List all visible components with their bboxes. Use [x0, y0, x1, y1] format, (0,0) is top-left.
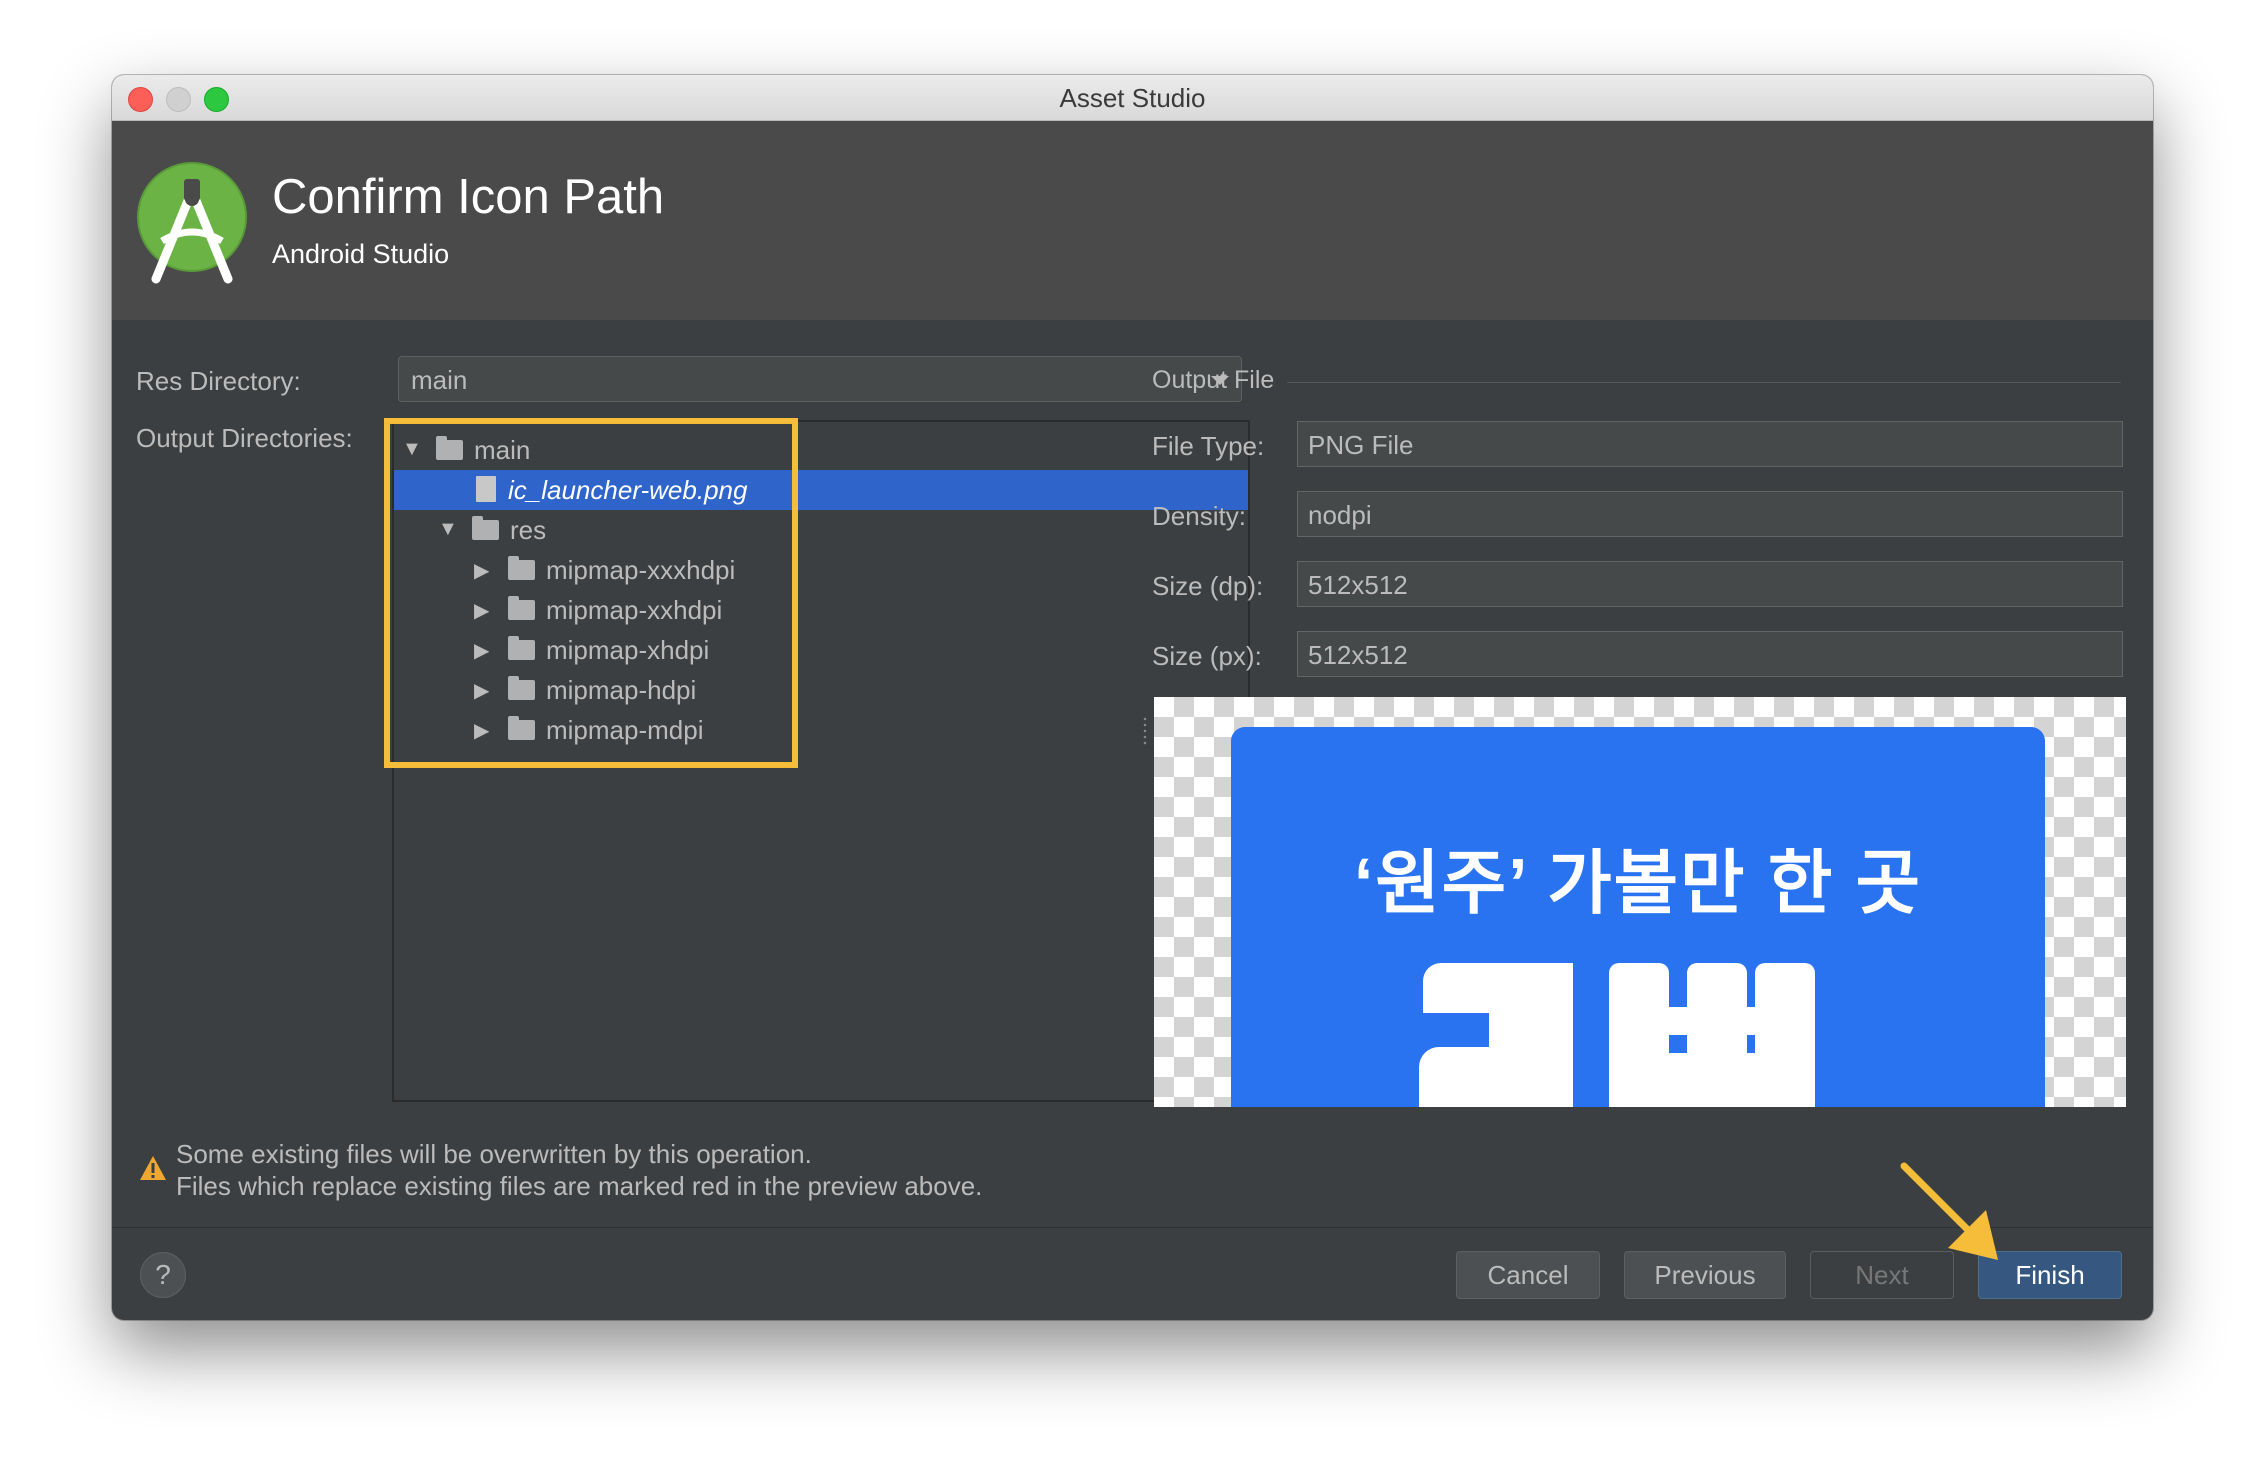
preview-icon-image: ‘원주’ 가볼만 한 곳: [1231, 727, 2045, 1107]
folder-icon: [508, 596, 535, 620]
previous-button[interactable]: Previous: [1624, 1251, 1786, 1299]
preview-glyph-part: [1755, 963, 1815, 1107]
android-studio-logo-icon: [137, 162, 247, 284]
size-px-field: 512x512: [1297, 631, 2123, 677]
output-directories-label: Output Directories:: [136, 423, 353, 453]
tree-item-res[interactable]: ▼ res: [394, 510, 1248, 550]
tree-item-label: mipmap-mdpi: [546, 715, 704, 745]
preview-icon-text: ‘원주’ 가볼만 한 곳: [1353, 844, 1923, 922]
footer-divider: [112, 1227, 2153, 1228]
collapsed-triangle-icon[interactable]: ▶: [474, 558, 489, 583]
file-icon: [476, 476, 496, 502]
tree-item-label: mipmap-xhdpi: [546, 635, 710, 665]
warning-icon: [140, 1156, 166, 1180]
tree-item-mipmap-xxhdpi[interactable]: ▶ mipmap-xxhdpi: [394, 590, 1248, 630]
annotation-arrow-icon: [1900, 1162, 1998, 1260]
size-px-value: 512x512: [1308, 640, 1408, 670]
size-px-label: Size (px):: [1152, 641, 1262, 671]
file-type-value: PNG File: [1308, 430, 1414, 460]
output-directories-tree[interactable]: ▼ main ic_launcher-web.png ▼ res ▶ mipma…: [392, 420, 1250, 1102]
wizard-header: Confirm Icon Path Android Studio: [112, 121, 2153, 320]
folder-icon: [472, 516, 499, 540]
density-value: nodpi: [1308, 500, 1372, 530]
folder-icon: [508, 556, 535, 580]
tree-item-label: mipmap-hdpi: [546, 675, 697, 705]
expanded-triangle-icon[interactable]: ▼: [402, 438, 422, 461]
tree-item-label: main: [474, 435, 531, 465]
title-bar: Asset Studio: [112, 75, 2153, 121]
splitter-handle[interactable]: [1142, 716, 1148, 746]
tree-item-main[interactable]: ▼ main: [394, 430, 1248, 470]
res-directory-value: main: [411, 365, 468, 395]
tree-item-ic-launcher-web[interactable]: ic_launcher-web.png: [394, 470, 1248, 510]
section-divider: [1287, 382, 2121, 383]
size-dp-label: Size (dp):: [1152, 571, 1264, 601]
wizard-subtitle: Android Studio: [272, 239, 450, 269]
wizard-title: Confirm Icon Path: [272, 170, 665, 224]
collapsed-triangle-icon[interactable]: ▶: [474, 678, 489, 703]
size-dp-value: 512x512: [1308, 570, 1408, 600]
density-field: nodpi: [1297, 491, 2123, 537]
tree-item-label: mipmap-xxxhdpi: [546, 555, 736, 585]
tree-item-label: res: [510, 515, 547, 545]
tree-item-label: ic_launcher-web.png: [508, 475, 748, 505]
folder-icon: [508, 716, 535, 740]
file-type-label: File Type:: [1152, 431, 1265, 461]
warning-line-1: Some existing files will be overwritten …: [176, 1139, 812, 1169]
tree-item-mipmap-mdpi[interactable]: ▶ mipmap-mdpi: [394, 710, 1248, 750]
preview-glyph-part: [1609, 1007, 1815, 1035]
expanded-triangle-icon[interactable]: ▼: [438, 518, 458, 541]
tree-item-mipmap-xhdpi[interactable]: ▶ mipmap-xhdpi: [394, 630, 1248, 670]
collapsed-triangle-icon[interactable]: ▶: [474, 718, 489, 743]
output-file-section-label: Output File: [1152, 366, 1275, 394]
res-directory-select[interactable]: main: [398, 356, 1242, 402]
folder-icon: [508, 676, 535, 700]
file-type-field: PNG File: [1297, 421, 2123, 467]
cancel-button[interactable]: Cancel: [1456, 1251, 1600, 1299]
warning-line-2: Files which replace existing files are m…: [176, 1171, 983, 1201]
folder-icon: [508, 636, 535, 660]
folder-icon: [436, 436, 463, 460]
tree-item-label: mipmap-xxhdpi: [546, 595, 723, 625]
preview-glyph-part: [1419, 1047, 1519, 1107]
density-label: Density:: [1152, 501, 1246, 531]
tree-item-mipmap-hdpi[interactable]: ▶ mipmap-hdpi: [394, 670, 1248, 710]
help-button[interactable]: ?: [140, 1252, 186, 1298]
collapsed-triangle-icon[interactable]: ▶: [474, 638, 489, 663]
res-directory-label: Res Directory:: [136, 366, 301, 396]
collapsed-triangle-icon[interactable]: ▶: [474, 598, 489, 623]
size-dp-field: 512x512: [1297, 561, 2123, 607]
window-title: Asset Studio: [1059, 83, 1206, 113]
tree-item-mipmap-xxxhdpi[interactable]: ▶ mipmap-xxxhdpi: [394, 550, 1248, 590]
icon-preview: ‘원주’ 가볼만 한 곳: [1154, 697, 2126, 1107]
